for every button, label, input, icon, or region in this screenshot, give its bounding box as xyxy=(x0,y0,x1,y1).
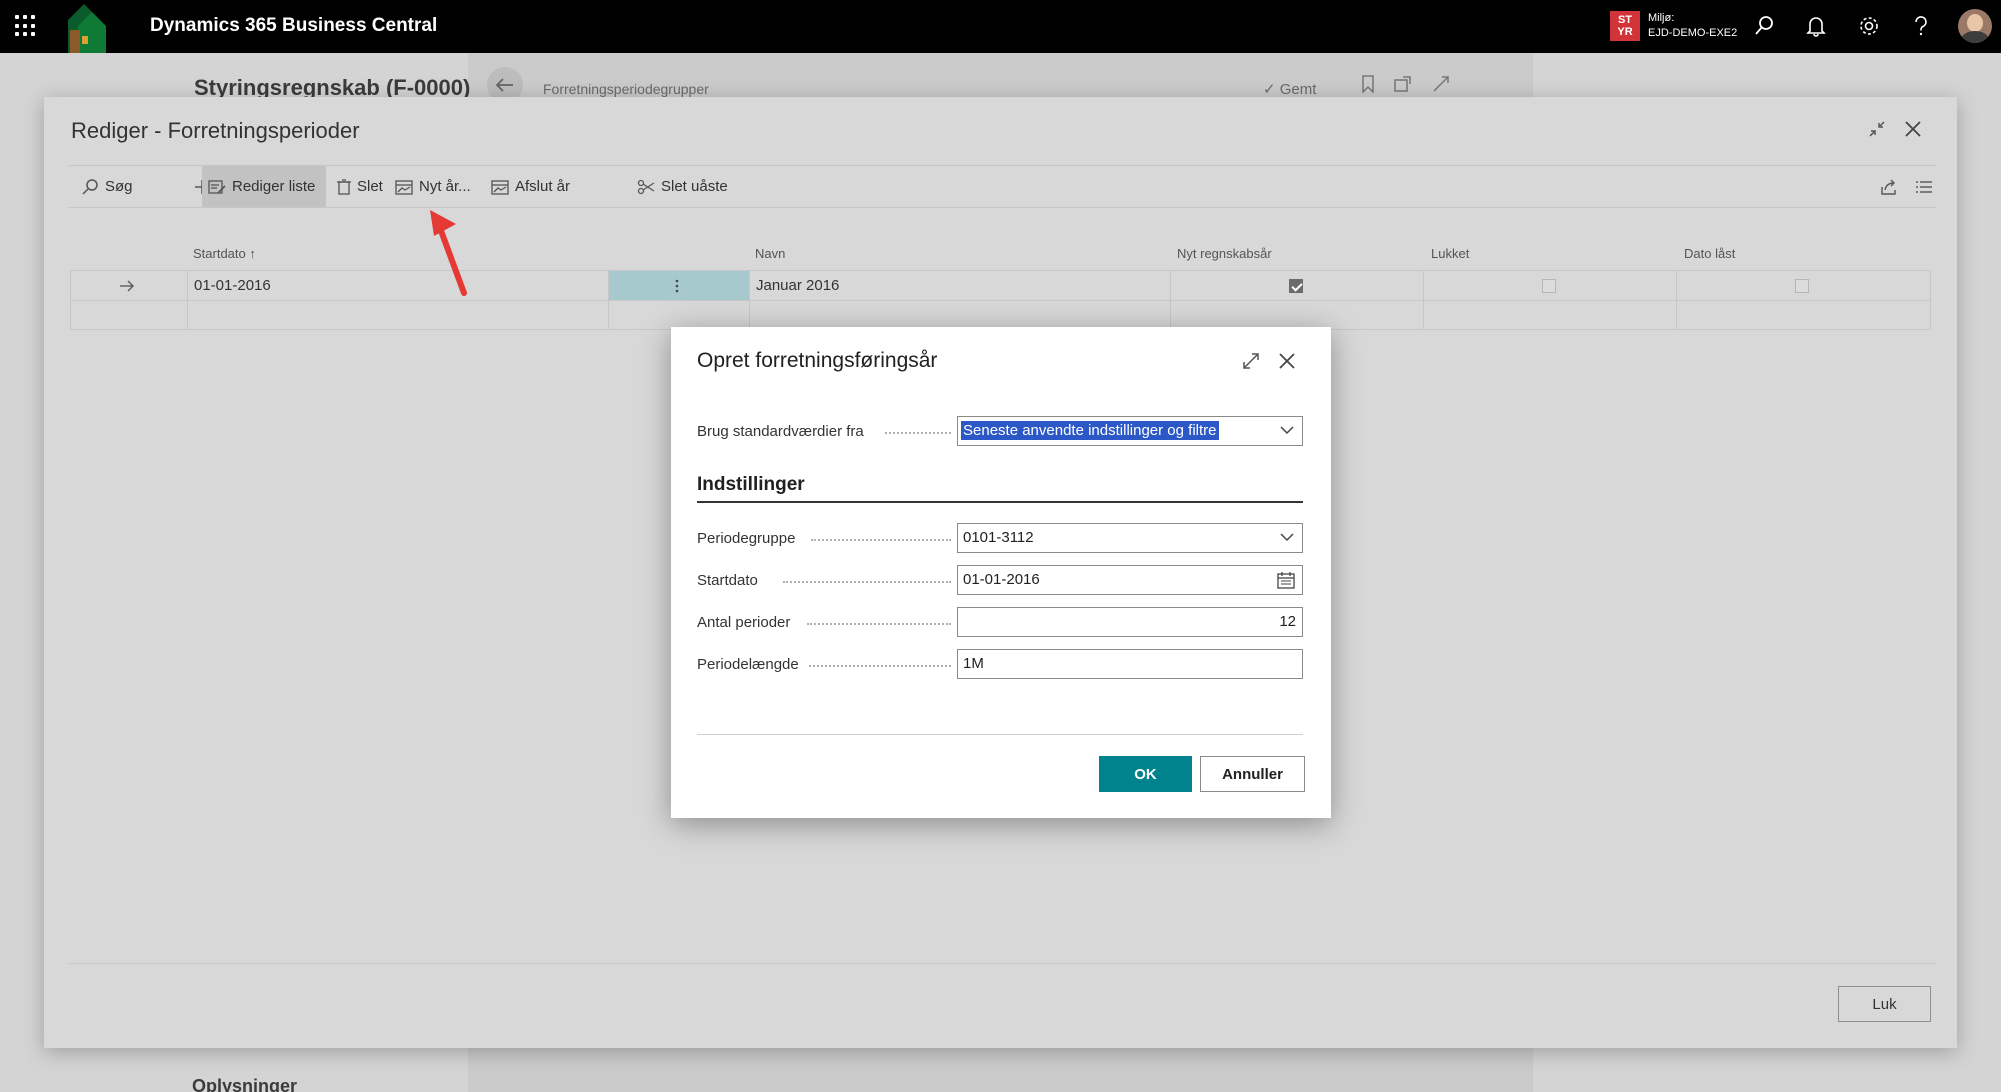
search-button[interactable]: Søg xyxy=(75,166,139,207)
chevron-down-icon xyxy=(1280,533,1294,542)
calendar-icon[interactable] xyxy=(1277,572,1295,589)
environment-info[interactable]: Miljø: EJD-DEMO-EXE2 xyxy=(1648,11,1737,41)
more-options-icon xyxy=(675,279,679,293)
start-date-label: Startdato xyxy=(697,572,758,589)
edit-list-icon xyxy=(208,179,226,194)
calendar-chart-icon xyxy=(395,179,413,195)
expand-icon[interactable] xyxy=(1237,347,1265,375)
periods-grid: 01-01-2016 Januar 2016 xyxy=(70,270,1931,330)
delete-uneven-button[interactable]: Slet uåste xyxy=(631,166,734,207)
saved-label: Gemt xyxy=(1279,81,1317,98)
column-header-new-fiscal-year[interactable]: Nyt regnskabsår xyxy=(1177,246,1272,261)
edit-list-label: Rediger liste xyxy=(232,178,316,195)
ok-button[interactable]: OK xyxy=(1099,756,1192,792)
list-view-icon[interactable] xyxy=(1915,178,1933,196)
cell-date-locked[interactable] xyxy=(1677,271,1930,300)
column-header-closed[interactable]: Lukket xyxy=(1431,246,1469,261)
period-length-label: Periodelængde xyxy=(697,656,799,673)
annotation-arrow xyxy=(430,210,467,296)
search-icon[interactable] xyxy=(1750,12,1778,40)
environment-name: EJD-DEMO-EXE2 xyxy=(1648,27,1738,39)
cell-name[interactable]: Januar 2016 xyxy=(750,271,1171,300)
modal-title: Opret forretningsføringsår xyxy=(697,349,938,372)
search-label: Søg xyxy=(105,178,133,195)
notification-bell-icon[interactable] xyxy=(1802,12,1830,40)
chevron-down-icon xyxy=(1280,426,1294,435)
calendar-chart-icon xyxy=(491,179,509,195)
cancel-button[interactable]: Annuller xyxy=(1200,756,1305,792)
delete-label: Slet xyxy=(357,178,383,195)
product-name[interactable]: Dynamics 365 Business Central xyxy=(150,15,437,37)
cell-new-fiscal-year[interactable] xyxy=(1171,271,1424,300)
arrow-right-icon xyxy=(120,280,134,292)
top-bar: Dynamics 365 Business Central ST YR Miljø… xyxy=(0,0,2001,53)
close-dialog-button[interactable]: Luk xyxy=(1838,986,1931,1022)
delete-button[interactable]: Slet xyxy=(331,166,389,207)
column-header-name[interactable]: Navn xyxy=(755,246,785,261)
open-new-window-icon[interactable] xyxy=(1394,75,1412,93)
row-actions-menu[interactable] xyxy=(609,271,750,300)
column-header-start-date[interactable]: Startdato ↑ xyxy=(193,246,256,261)
close-year-label: Afslut år xyxy=(515,178,571,195)
scissors-icon xyxy=(637,179,655,194)
company-logo xyxy=(68,4,106,53)
close-icon[interactable] xyxy=(1899,115,1927,143)
cell-closed[interactable] xyxy=(1424,271,1677,300)
use-defaults-value: Seneste anvendte indstillinger og filtre xyxy=(961,421,1219,440)
settings-section-title: Indstillinger xyxy=(697,474,805,495)
use-defaults-select[interactable]: Seneste anvendte indstillinger og filtre xyxy=(957,416,1303,446)
delete-uneven-label: Slet uåste xyxy=(661,178,728,195)
collapse-icon[interactable] xyxy=(1863,115,1891,143)
search-icon xyxy=(82,178,98,195)
checkbox[interactable] xyxy=(1542,279,1556,293)
share-icon[interactable] xyxy=(1880,178,1898,196)
close-year-button[interactable]: Afslut år xyxy=(485,166,576,207)
trash-icon xyxy=(337,178,351,195)
period-length-input[interactable]: 1M xyxy=(957,649,1303,679)
num-periods-label: Antal perioder xyxy=(697,614,791,631)
action-bar: Søg Ny Rediger liste Slet Nyt år... Afsl… xyxy=(69,165,1936,208)
table-row[interactable]: 01-01-2016 Januar 2016 xyxy=(71,271,1930,301)
column-header-date-locked[interactable]: Dato låst xyxy=(1684,246,1735,261)
close-icon[interactable] xyxy=(1273,347,1301,375)
start-date-header-label: Startdato xyxy=(193,246,246,261)
saved-status: ✓ Gemt xyxy=(1263,81,1317,98)
environment-badge: ST YR xyxy=(1610,11,1640,41)
bookmark-icon[interactable] xyxy=(1361,75,1375,93)
checkbox-checked[interactable] xyxy=(1289,279,1303,293)
period-group-label: Periodegruppe xyxy=(697,530,796,547)
cell-start-date[interactable]: 01-01-2016 xyxy=(188,271,609,300)
environment-label: Miljø: xyxy=(1648,12,1675,24)
start-date-input[interactable]: 01-01-2016 xyxy=(957,565,1303,595)
row-indicator[interactable] xyxy=(71,271,188,300)
use-defaults-label: Brug standardværdier fra xyxy=(697,423,864,440)
new-year-label: Nyt år... xyxy=(419,178,471,195)
num-periods-input[interactable]: 12 xyxy=(957,607,1303,637)
expand-icon[interactable] xyxy=(1432,75,1450,93)
start-date-value: 01-01-2016 xyxy=(963,571,1040,588)
help-icon[interactable] xyxy=(1907,12,1935,40)
create-fiscal-year-dialog: Opret forretningsføringsår Brug standard… xyxy=(671,327,1331,818)
period-group-select[interactable]: 0101-3112 xyxy=(957,523,1303,553)
period-group-value: 0101-3112 xyxy=(963,529,1034,546)
edit-list-button[interactable]: Rediger liste xyxy=(202,166,326,207)
settings-gear-icon[interactable] xyxy=(1855,12,1883,40)
user-avatar[interactable] xyxy=(1958,9,1992,43)
dialog-title: Rediger - Forretningsperioder xyxy=(71,118,360,143)
section-heading: Oplysninger xyxy=(192,1076,298,1092)
breadcrumb: Forretningsperiodegrupper xyxy=(543,81,709,97)
app-launcher-icon[interactable] xyxy=(15,15,37,37)
checkbox[interactable] xyxy=(1795,279,1809,293)
